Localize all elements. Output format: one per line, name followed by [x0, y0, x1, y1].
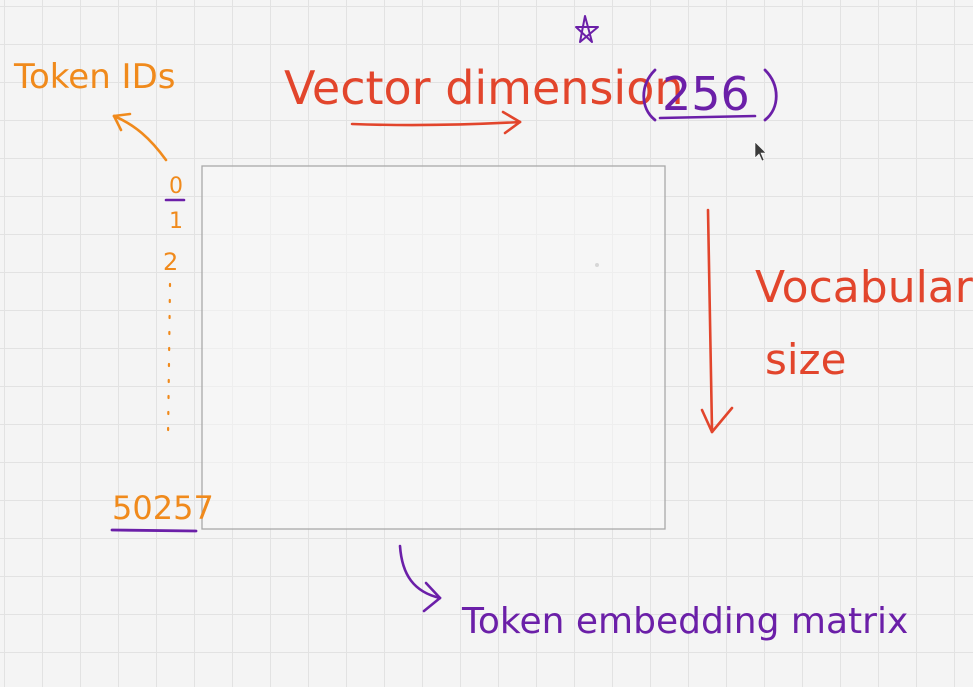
vector-dimension-label: Vector dimension — [284, 61, 684, 115]
token-index-ellipsis — [166, 282, 172, 440]
token-index-first: 0 — [169, 174, 183, 199]
token-index-third: 2 — [163, 248, 178, 276]
matrix-caption: Token embedding matrix — [461, 601, 908, 642]
token-index-last: 50257 — [112, 489, 214, 527]
vector-dimension-arrow — [350, 110, 522, 135]
token-ids-label: Token IDs — [13, 57, 175, 97]
vocabulary-label-line2: size — [765, 335, 846, 384]
vocabulary-size-arrow — [700, 208, 734, 434]
token-index-second: 1 — [169, 209, 183, 234]
vocabulary-label-line1: Vocabulary — [755, 262, 973, 313]
close-paren — [763, 68, 778, 122]
star-icon — [575, 15, 599, 43]
matrix-caption-arrow — [398, 544, 442, 613]
diagram-svg: Token IDs Vector dimension 256 0 1 2 502… — [13, 15, 973, 642]
whiteboard-canvas: Token IDs Vector dimension 256 0 1 2 502… — [0, 0, 973, 687]
dimension-value: 256 — [662, 67, 750, 121]
dimension-value-group: 256 — [642, 67, 778, 122]
matrix-dot — [595, 263, 599, 267]
embedding-matrix — [201, 165, 666, 530]
token-index-last-underline — [110, 528, 198, 533]
cursor-icon — [754, 141, 767, 162]
token-ids-arrow — [112, 112, 168, 162]
